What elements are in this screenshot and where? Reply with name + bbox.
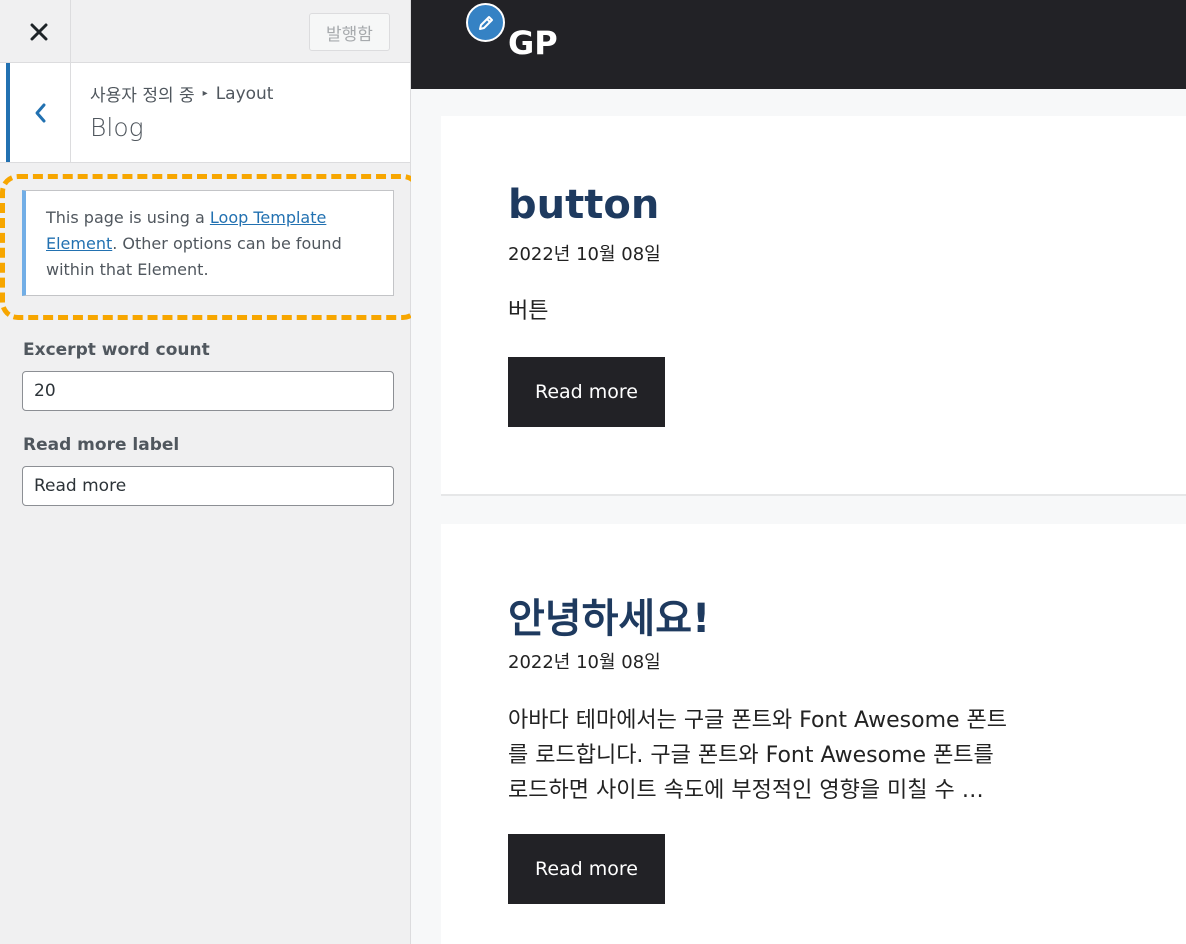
section-title: Blog: [90, 113, 144, 142]
edit-shortcut-button[interactable]: [466, 3, 505, 42]
breadcrumb-child: Layout: [215, 83, 274, 104]
site-preview: GP button 2022년 10월 08일 버튼 Read more 안녕하…: [411, 0, 1186, 944]
excerpt-word-count-label: Excerpt word count: [23, 340, 210, 360]
excerpt-line: 를 로드합니다. 구글 폰트와 Font Awesome 폰트를: [508, 743, 994, 768]
back-button[interactable]: [6, 63, 71, 162]
read-more-button[interactable]: Read more: [508, 357, 665, 427]
excerpt-line: 아바다 테마에서는 구글 폰트와 Font Awesome 폰트: [508, 708, 1008, 733]
site-title[interactable]: GP: [508, 24, 558, 62]
section-header: 사용자 정의 중 ▸ Layout Blog: [0, 63, 410, 163]
post-excerpt: 아바다 테마에서는 구글 폰트와 Font Awesome 폰트 를 로드합니다…: [508, 703, 1007, 808]
breadcrumb-arrow-icon: ▸: [202, 88, 208, 99]
close-icon: [30, 23, 47, 40]
pencil-icon: [478, 15, 493, 30]
loop-template-notice: This page is using a Loop Template Eleme…: [22, 190, 394, 296]
post-date[interactable]: 2022년 10월 08일: [508, 648, 661, 674]
post-excerpt: 버튼: [508, 299, 549, 324]
excerpt-word-count-input[interactable]: [22, 371, 394, 411]
publish-button[interactable]: 발행함: [309, 13, 390, 51]
post-title[interactable]: button: [508, 182, 659, 228]
post-card: 안녕하세요! 2022년 10월 08일 아바다 테마에서는 구글 폰트와 Fo…: [441, 524, 1186, 944]
breadcrumb: 사용자 정의 중 ▸ Layout: [90, 81, 274, 107]
post-date[interactable]: 2022년 10월 08일: [508, 240, 661, 266]
excerpt-line: 로드하면 사이트 속도에 부정적인 영향을 미칠 수 …: [508, 778, 984, 803]
customizer-sidebar: 발행함 사용자 정의 중 ▸ Layout Blog This page is …: [0, 0, 421, 944]
site-header: GP: [411, 0, 1186, 89]
read-more-label-label: Read more label: [23, 435, 180, 455]
customizer-header: 발행함: [0, 0, 410, 63]
read-more-label-input[interactable]: [22, 466, 394, 506]
close-customizer-button[interactable]: [7, 0, 71, 63]
breadcrumb-parent: 사용자 정의 중: [90, 86, 195, 106]
notice-text-before: This page is using a: [46, 208, 210, 227]
post-card: button 2022년 10월 08일 버튼 Read more: [441, 116, 1186, 496]
read-more-button[interactable]: Read more: [508, 834, 665, 904]
chevron-left-icon: [35, 103, 46, 122]
post-title[interactable]: 안녕하세요!: [508, 586, 710, 644]
